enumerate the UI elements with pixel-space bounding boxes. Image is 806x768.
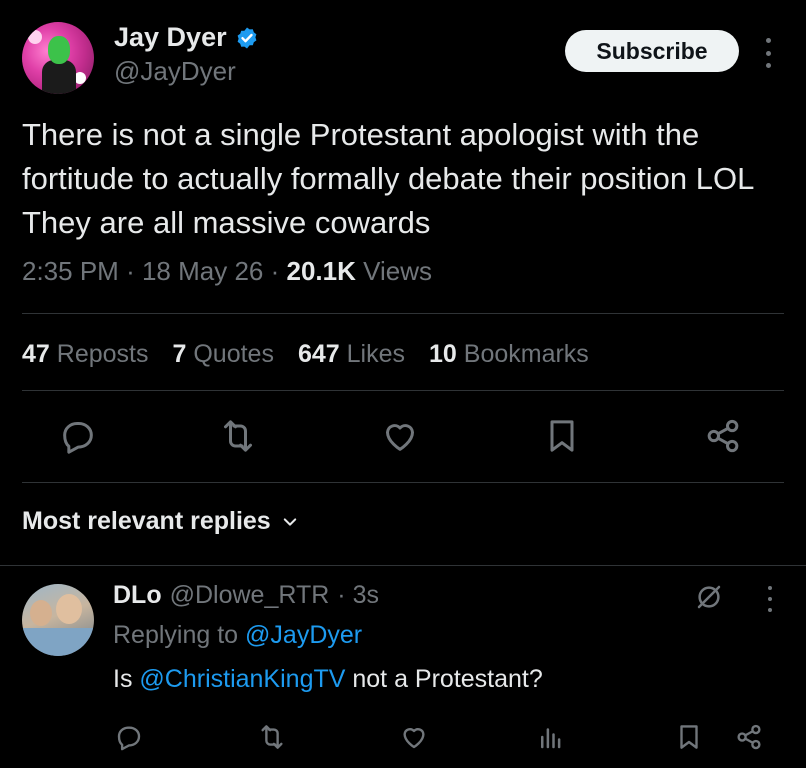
reply-text-prefix: Is (113, 665, 133, 693)
share-icon[interactable] (703, 416, 743, 456)
divider (22, 313, 784, 314)
avatar-figure-body (22, 628, 94, 656)
repost-icon[interactable] (257, 722, 287, 752)
likes-stat[interactable]: 647 Likes (298, 340, 405, 369)
divider (22, 390, 784, 391)
reposts-stat[interactable]: 47 Reposts (22, 340, 148, 369)
bookmarks-count: 10 (429, 340, 457, 368)
avatar-decoration (28, 30, 42, 44)
tweet-meta: 2:35 PM · 18 May 26 · 20.1K Views (22, 256, 432, 287)
reply-author-name[interactable]: DLo (113, 581, 162, 610)
reposts-label: Reposts (56, 340, 149, 368)
reply-more-icon[interactable] (764, 586, 776, 612)
like-icon[interactable] (399, 722, 429, 752)
avatar-figure-face (30, 600, 52, 626)
author-name-row[interactable]: Jay Dyer (114, 22, 259, 53)
mention-link[interactable]: @ChristianKingTV (139, 665, 345, 693)
replying-to-handle-link[interactable]: @JayDyer (245, 621, 362, 649)
replying-to-prefix: Replying to (113, 621, 239, 649)
author-name[interactable]: Jay Dyer (114, 22, 227, 53)
bookmark-icon[interactable] (542, 416, 582, 456)
tweet-date[interactable]: 18 May 26 (142, 256, 263, 286)
views-count: 20.1K (286, 256, 356, 286)
avatar-figure-body (42, 60, 76, 94)
reply-author-avatar[interactable] (22, 584, 94, 656)
divider (22, 482, 784, 483)
reply-action-bar (114, 722, 794, 756)
quotes-count: 7 (172, 340, 187, 368)
replies-sort-label: Most relevant replies (22, 507, 271, 535)
more-icon[interactable] (760, 38, 776, 68)
reply-header: DLo @Dlowe_RTR · 3s (113, 581, 379, 610)
divider (0, 565, 806, 566)
replying-to: Replying to @JayDyer (113, 621, 362, 650)
author-avatar[interactable] (22, 22, 94, 94)
tweet-time[interactable]: 2:35 PM (22, 256, 119, 286)
subscribe-button[interactable]: Subscribe (565, 30, 739, 72)
reposts-count: 47 (22, 340, 50, 368)
like-icon[interactable] (380, 416, 420, 456)
likes-count: 647 (297, 340, 340, 368)
quotes-label: Quotes (193, 340, 274, 368)
chevron-down-icon (283, 517, 296, 526)
quotes-stat[interactable]: 7 Quotes (172, 340, 273, 369)
grok-icon[interactable] (694, 582, 724, 612)
reply-author-handle[interactable]: @Dlowe_RTR (170, 581, 330, 610)
reply-icon[interactable] (114, 722, 144, 752)
views-label: Views (363, 256, 433, 286)
tweet-action-bar (58, 416, 748, 456)
author-handle[interactable]: @JayDyer (114, 56, 236, 87)
reply-time[interactable]: · 3s (337, 581, 379, 610)
avatar-figure-face (56, 594, 82, 624)
reply-icon[interactable] (58, 416, 98, 456)
likes-label: Likes (346, 340, 405, 368)
bookmarks-label: Bookmarks (463, 340, 589, 368)
replies-sort-dropdown[interactable]: Most relevant replies (22, 507, 299, 536)
reply-text: Is @ChristianKingTV not a Protestant? (113, 665, 543, 694)
engagement-stats: 47 Reposts 7 Quotes 647 Likes 10 Bookmar… (22, 340, 589, 369)
bookmarks-stat[interactable]: 10 Bookmarks (429, 340, 589, 369)
repost-icon[interactable] (218, 416, 258, 456)
reply-text-suffix: not a Protestant? (352, 665, 543, 693)
meta-separator: · (126, 256, 135, 286)
share-icon[interactable] (734, 722, 764, 752)
tweet-text: There is not a single Protestant apologi… (22, 117, 754, 240)
avatar-figure-face (48, 36, 70, 64)
verified-badge-icon (237, 27, 256, 48)
bookmark-icon[interactable] (674, 722, 704, 752)
views-icon[interactable] (536, 722, 566, 752)
meta-separator: · (270, 256, 280, 286)
